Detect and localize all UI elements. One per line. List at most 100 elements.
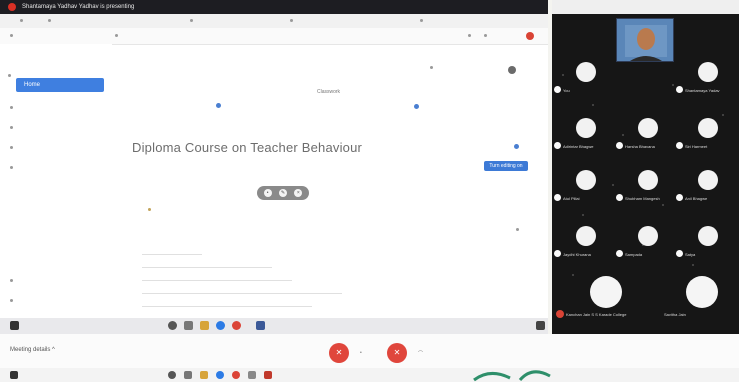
browser-icon[interactable] [216,321,225,330]
presented-screen: Home Classwork Diploma Course on Teacher… [0,14,548,334]
participants-panel: You Shantamaya Yadav Adirintar Bhagwe Ha… [552,14,739,334]
marker-icon [148,208,151,211]
folder-icon[interactable] [200,371,208,379]
tab-dot [48,19,51,22]
sidebar-icon[interactable] [10,146,13,149]
os-taskbar [0,368,739,382]
browser-tab-strip[interactable] [0,14,548,28]
participant-tile[interactable]: Adirintar Bhagwe [554,110,614,154]
profile-icon[interactable] [526,32,534,40]
start-icon[interactable] [10,321,19,330]
sidebar-icon[interactable] [10,106,13,109]
participant-tile[interactable]: Shubham Mangesh [616,162,676,206]
participant-tile[interactable]: Sampada [616,218,676,262]
blue-marker-icon [216,103,221,108]
mic-icon [676,86,683,93]
avatar [698,118,718,138]
sidebar-icon[interactable] [10,299,13,302]
avatar [698,62,718,82]
tab-dot [20,19,23,22]
dot-icon: • [360,350,362,356]
participant-tile[interactable]: Jaydhi Khurana [554,218,614,262]
search-icon[interactable] [168,371,176,379]
menu-icon[interactable] [8,74,11,77]
content-line [142,306,312,307]
folder-icon[interactable] [200,321,209,330]
inner-taskbar [0,318,548,334]
participant-tile[interactable]: Siri Harmeet [676,110,736,154]
app-icon[interactable] [248,371,256,379]
avatar [638,118,658,138]
app-icon[interactable] [264,371,272,379]
chrome-icon[interactable] [232,321,241,330]
participant-tile[interactable]: Atul Pillai [554,162,614,206]
sidebar-icon[interactable] [10,166,13,169]
screen-share-controls[interactable]: • ✎ × [257,186,309,200]
edit-icon[interactable]: ✎ [278,189,287,197]
participant-tile[interactable]: You [554,54,614,98]
app-icon[interactable] [256,321,265,330]
meet-control-bar [0,334,739,368]
participant-tile[interactable]: Harsha Bhavana [616,110,676,154]
tab-dot [420,19,423,22]
mic-icon [616,142,623,149]
participant-tile[interactable]: Anil Bhagwe [676,162,736,206]
participant-name: Savitha Jain [664,312,686,317]
mic-icon [676,142,683,149]
mic-icon [554,194,561,201]
sidebar-icon[interactable] [10,126,13,129]
extension-icon[interactable] [468,34,471,37]
pause-icon[interactable]: • [263,189,272,197]
pointer-icon [516,228,519,231]
content-line [142,293,342,294]
course-main: Classwork Diploma Course on Teacher Beha… [112,44,548,318]
search-icon[interactable] [168,321,177,330]
person-video [617,19,673,61]
close-icon[interactable]: × [294,189,303,197]
sidebar-item-label: Home [24,82,41,88]
mic-icon [554,142,561,149]
course-title: Diploma Course on Teacher Behaviour [132,140,363,155]
extension-icon[interactable] [484,34,487,37]
content-line [142,267,272,268]
mic-off-icon [556,310,564,318]
chevron-up-icon: ^ [52,347,55,353]
avatar[interactable] [508,66,516,74]
avatar [686,276,718,308]
meeting-details-button[interactable]: Meeting details ^ [10,347,55,353]
taskview-icon[interactable] [184,321,193,330]
decorative-swoosh [473,370,551,382]
header-icon[interactable] [430,66,433,69]
chrome-icon[interactable] [232,371,240,379]
mic-icon [676,194,683,201]
mic-icon [616,250,623,257]
sidebar-icon[interactable] [10,279,13,282]
participant-tile[interactable]: Satya [676,218,736,262]
tab-dot [290,19,293,22]
start-icon[interactable] [10,371,18,379]
sidebar-item-selected[interactable]: Home [16,78,104,92]
classwork-tab[interactable]: Classwork [317,89,340,95]
tab-dot [190,19,193,22]
address-bar[interactable] [0,28,548,45]
camera-off-button[interactable]: ✕ [387,343,407,363]
mic-icon [554,86,561,93]
browser-icon[interactable] [216,371,224,379]
turn-editing-button[interactable]: Turn editing on [484,161,528,171]
mic-icon [554,250,561,257]
participant-tile[interactable]: Shantamaya Yadav [676,54,736,98]
participant-video-tile[interactable] [616,18,674,62]
content-line [142,254,202,255]
taskview-icon[interactable] [184,371,192,379]
avatar [590,276,622,308]
avatar [576,170,596,190]
back-icon[interactable] [10,34,13,37]
hangup-icon[interactable]: ⌒ [418,350,423,357]
notification-icon[interactable] [536,321,545,330]
content-line [142,280,292,281]
top-right-area [552,0,739,14]
blue-marker-icon [514,144,519,149]
avatar [576,118,596,138]
mic-off-button[interactable]: ✕ [329,343,349,363]
reload-icon[interactable] [115,34,118,37]
